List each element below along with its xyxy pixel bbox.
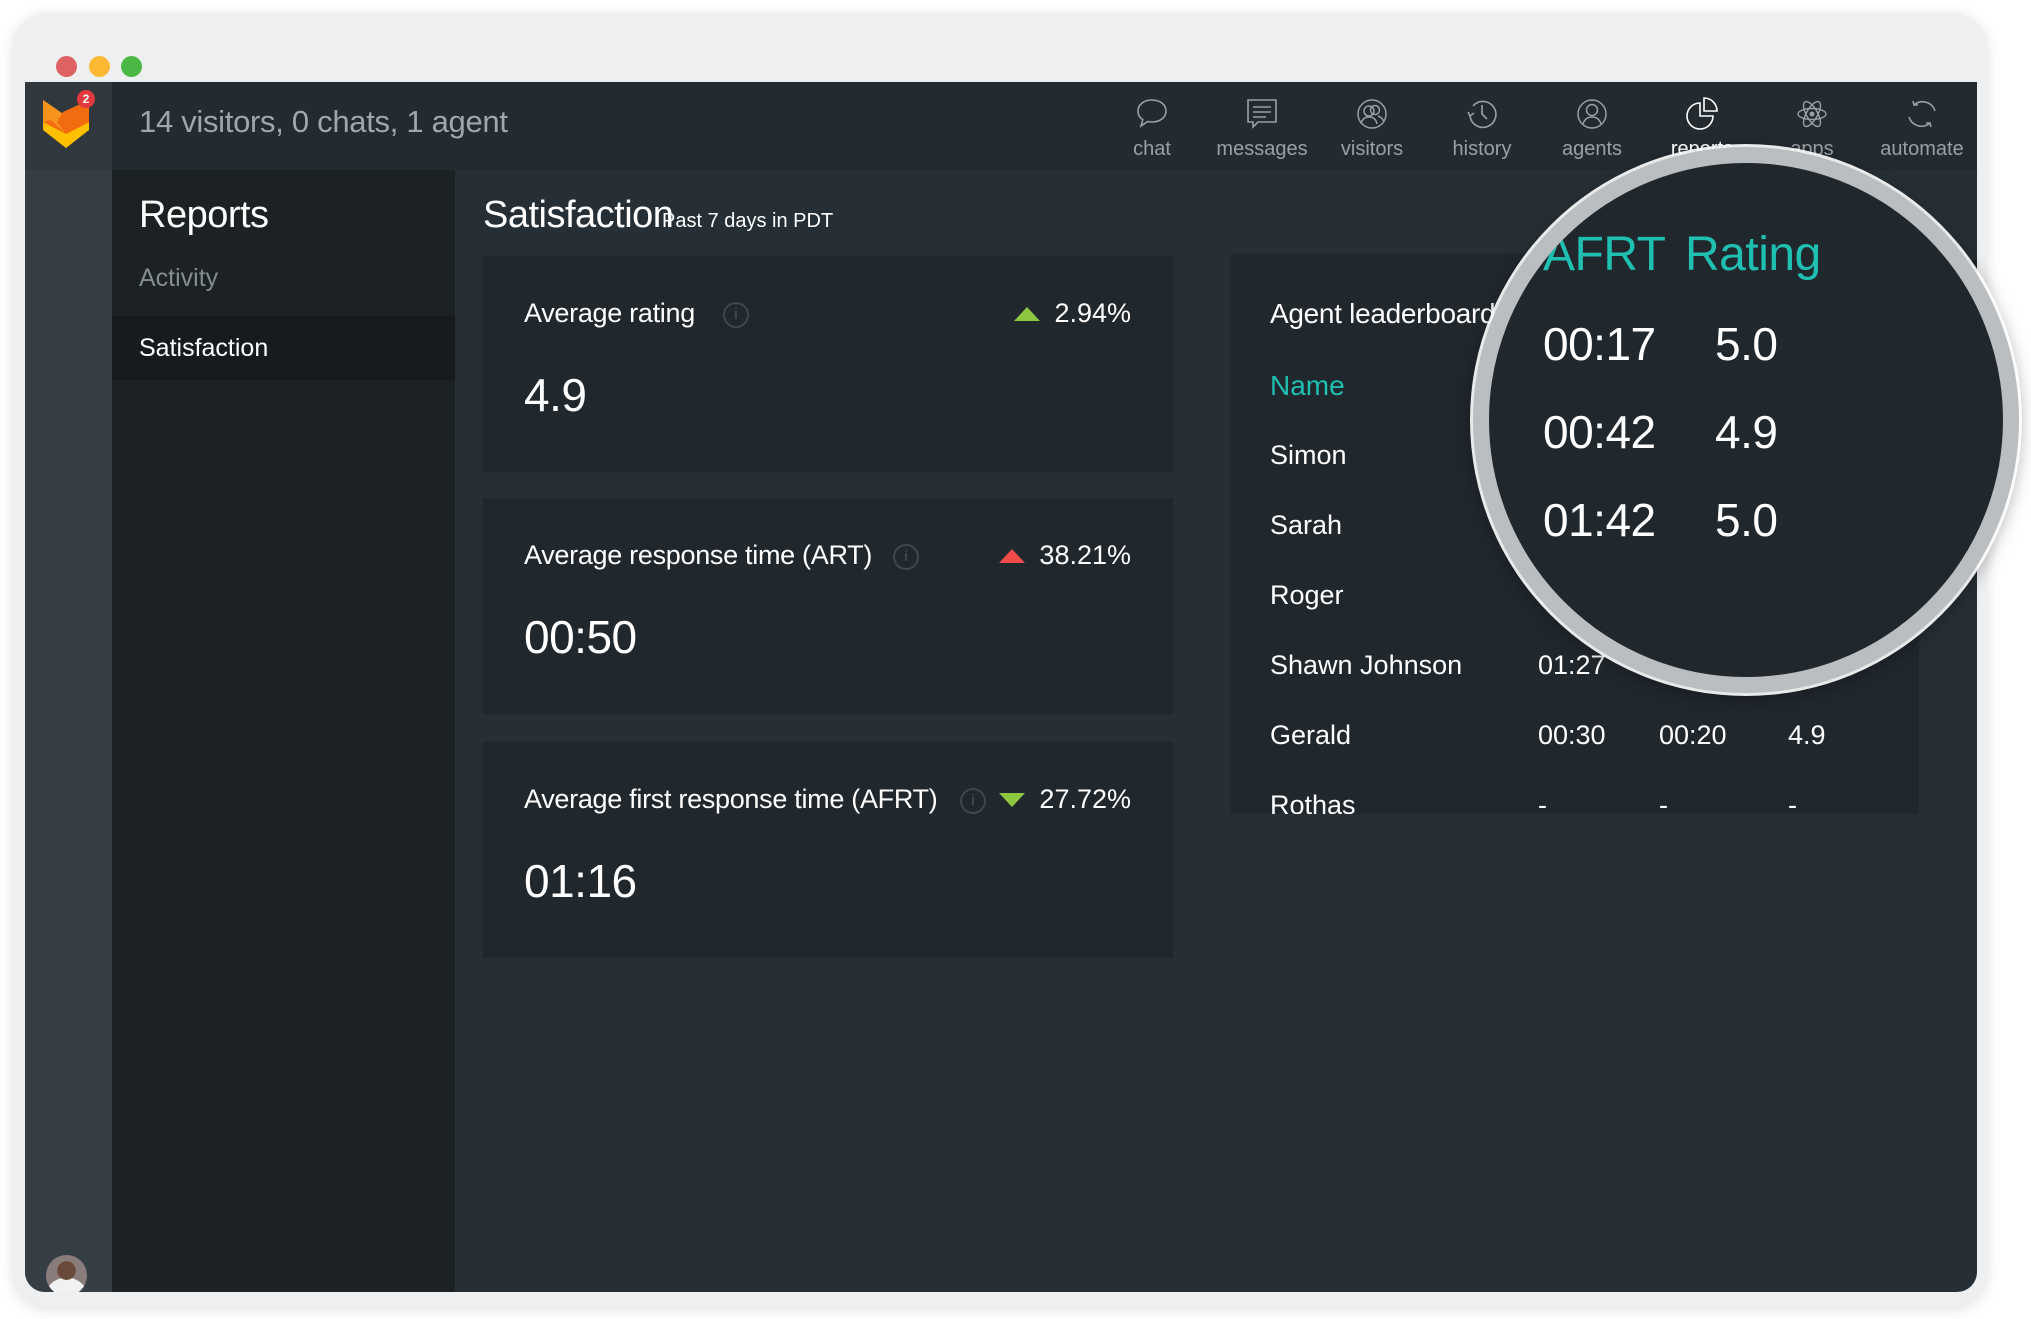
chat-bubble-icon (1137, 99, 1167, 128)
column-header-name[interactable]: Name (1270, 370, 1345, 402)
magnified-afrt-value: 01:42 (1543, 494, 1656, 546)
agent-name: Shawn Johnson (1270, 650, 1463, 680)
rating-value: 4.9 (1788, 720, 1826, 750)
trend-indicator: 38.21% (999, 540, 1131, 571)
magnified-rating-value: 5.0 (1715, 318, 1778, 370)
magnified-header-rating: Rating (1685, 228, 1821, 281)
trend-value: 2.94% (1054, 298, 1131, 328)
agent-name: Rothas (1270, 790, 1356, 814)
info-icon[interactable]: i (893, 544, 919, 570)
art-value: - (1538, 790, 1547, 814)
pie-chart-icon (1686, 97, 1718, 130)
leaderboard-row[interactable]: Rothas - - - (1270, 790, 1919, 814)
nav-visitors[interactable]: visitors (1317, 82, 1427, 170)
magnified-afrt-value: 00:42 (1543, 406, 1656, 458)
magnified-rating-value: 4.9 (1715, 406, 1778, 458)
trend-indicator: 27.72% (999, 784, 1131, 815)
rating-value: - (1788, 790, 1797, 814)
refresh-cycle-icon (1908, 100, 1936, 128)
visitors-icon (1357, 99, 1387, 129)
window-maximize-button[interactable] (121, 56, 142, 77)
metric-card-average-rating: Average rating i 2.94% 4.9 (483, 256, 1173, 472)
nav-chat[interactable]: chat (1097, 82, 1207, 170)
metric-card-afrt: Average first response time (AFRT) i 27.… (483, 742, 1173, 958)
art-value: 00:30 (1538, 720, 1606, 750)
icon-rail: 2 (25, 82, 112, 1292)
visitor-status-text: 14 visitors, 0 chats, 1 agent (139, 104, 508, 139)
afrt-value: - (1659, 790, 1668, 814)
trend-indicator: 2.94% (1014, 298, 1131, 329)
info-icon[interactable]: i (723, 302, 749, 328)
window-close-button[interactable] (56, 56, 77, 77)
nav-automate[interactable]: automate (1867, 82, 1977, 170)
trend-value: 38.21% (1039, 540, 1131, 570)
agent-name: Gerald (1270, 720, 1352, 750)
metric-value: 4.9 (524, 369, 587, 421)
metric-label: Average rating (524, 298, 695, 328)
magnifier-callout: AFRT Rating 00:17 5.0 00:42 4.9 01:42 5.… (1473, 147, 2019, 693)
leaderboard-title: Agent leaderboard (1270, 298, 1496, 329)
magnified-header-afrt: AFRT (1543, 228, 1666, 281)
metric-label: Average first response time (AFRT) (524, 784, 938, 814)
magnified-rating-value: 5.0 (1715, 494, 1778, 546)
sidebar-title: Reports (139, 194, 269, 236)
main-nav: chat messages visitors history agents re… (1097, 82, 1977, 170)
nav-label: automate (1880, 138, 1964, 160)
nav-messages[interactable]: messages (1207, 82, 1317, 170)
nav-label: visitors (1340, 138, 1404, 160)
leaderboard-row[interactable]: Gerald 00:30 00:20 4.9 (1270, 720, 1919, 760)
agent-name: Roger (1270, 580, 1344, 610)
user-avatar[interactable] (46, 1255, 87, 1292)
metric-value: 00:50 (524, 611, 637, 663)
nav-history[interactable]: history (1427, 82, 1537, 170)
page-title: Satisfaction (483, 194, 674, 236)
metric-value: 01:16 (524, 855, 637, 907)
date-range-label: Past 7 days in PDT (662, 210, 834, 232)
reports-sidebar: Reports Activity Satisfaction (112, 170, 455, 1292)
magnified-afrt-value: 00:17 (1543, 318, 1656, 370)
window-minimize-button[interactable] (89, 56, 110, 77)
nav-agents[interactable]: agents (1537, 82, 1647, 170)
nav-label: messages (1216, 138, 1308, 160)
agent-name: Simon (1270, 440, 1347, 470)
afrt-value: 00:20 (1659, 720, 1727, 750)
trend-value: 27.72% (1039, 784, 1131, 814)
trend-down-icon (999, 792, 1026, 807)
nav-label: chat (1133, 138, 1171, 160)
sidebar-item-activity[interactable]: Activity (112, 246, 455, 310)
trend-up-icon (1014, 306, 1041, 321)
trend-up-icon (999, 548, 1026, 563)
nav-label: history (1452, 138, 1512, 160)
art-value: 01:27 (1538, 650, 1606, 680)
nav-label: agents (1561, 138, 1623, 160)
logo-area: 2 (25, 82, 112, 170)
sidebar-item-satisfaction[interactable]: Satisfaction (112, 316, 455, 380)
info-icon[interactable]: i (960, 788, 986, 814)
metric-label: Average response time (ART) (524, 540, 873, 570)
atom-icon (1797, 100, 1827, 128)
history-icon (1467, 100, 1497, 129)
notification-badge: 2 (77, 90, 95, 108)
agents-icon (1577, 99, 1607, 129)
messages-icon (1247, 99, 1277, 129)
agent-name: Sarah (1270, 510, 1343, 540)
metric-card-art: Average response time (ART) i 38.21% 00:… (483, 498, 1173, 714)
